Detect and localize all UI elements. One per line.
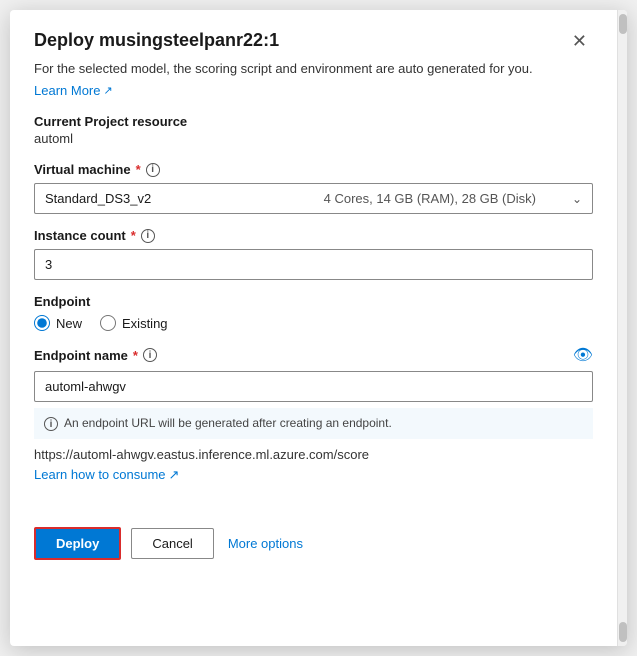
endpoint-new-option[interactable]: New — [34, 315, 82, 331]
learn-more-text: Learn More — [34, 83, 100, 98]
current-project-section: Current Project resource automl — [34, 114, 593, 146]
instance-count-input[interactable] — [34, 249, 593, 280]
endpoint-existing-option[interactable]: Existing — [100, 315, 168, 331]
endpoint-existing-radio[interactable] — [100, 315, 116, 331]
virtual-machine-field: Virtual machine * i Standard_DS3_v2 4 Co… — [34, 162, 593, 214]
learn-more-link[interactable]: Learn More ↗ — [34, 83, 113, 98]
instance-count-label: Instance count * i — [34, 228, 593, 243]
consume-external-icon: ↗ — [169, 467, 180, 483]
deploy-button[interactable]: Deploy — [34, 527, 121, 560]
endpoint-new-label: New — [56, 316, 82, 331]
scrollbar-track[interactable] — [617, 10, 627, 646]
endpoint-radio-group: New Existing — [34, 315, 593, 331]
scrollbar-thumb-bottom[interactable] — [619, 622, 627, 642]
endpoint-section-label: Endpoint — [34, 294, 593, 309]
endpoint-section: Endpoint New Existing — [34, 294, 593, 331]
vm-specs: 4 Cores, 14 GB (RAM), 28 GB (Disk) — [324, 191, 556, 206]
virtual-machine-label: Virtual machine * i — [34, 162, 593, 177]
vm-info-icon[interactable]: i — [146, 163, 160, 177]
close-button[interactable]: ✕ — [566, 30, 593, 52]
endpoint-notice: i An endpoint URL will be generated afte… — [34, 408, 593, 439]
instance-count-info-icon[interactable]: i — [141, 229, 155, 243]
notice-text: An endpoint URL will be generated after … — [64, 416, 392, 430]
endpoint-url: https://automl-ahwgv.eastus.inference.ml… — [34, 447, 593, 462]
deploy-dialog: Deploy musingsteelpanr22:1 ✕ For the sel… — [10, 10, 627, 646]
chevron-down-icon: ⌄ — [572, 192, 582, 206]
endpoint-name-field: Endpoint name * i 👁 i An endpoint URL wi… — [34, 345, 593, 503]
endpoint-name-required-star: * — [133, 348, 138, 363]
consume-link-text: Learn how to consume — [34, 467, 166, 482]
vm-required-star: * — [136, 162, 141, 177]
endpoint-name-input[interactable] — [34, 371, 593, 402]
dialog-main-content: Deploy musingsteelpanr22:1 ✕ For the sel… — [10, 10, 617, 646]
eye-icon[interactable]: 👁 — [573, 345, 593, 365]
external-link-icon: ↗ — [103, 84, 112, 97]
dialog-title: Deploy musingsteelpanr22:1 — [34, 30, 279, 51]
dialog-footer: Deploy Cancel More options — [34, 517, 593, 560]
instance-count-field: Instance count * i — [34, 228, 593, 280]
endpoint-new-radio[interactable] — [34, 315, 50, 331]
endpoint-name-label-row: Endpoint name * i 👁 — [34, 345, 593, 365]
scrollbar-thumb-top[interactable] — [619, 14, 627, 34]
endpoint-name-label: Endpoint name * i — [34, 348, 157, 363]
dialog-description: For the selected model, the scoring scri… — [34, 60, 593, 78]
virtual-machine-select[interactable]: Standard_DS3_v2 4 Cores, 14 GB (RAM), 28… — [34, 183, 593, 214]
current-project-value: automl — [34, 131, 593, 146]
cancel-button[interactable]: Cancel — [131, 528, 213, 559]
instance-count-required-star: * — [131, 228, 136, 243]
current-project-label: Current Project resource — [34, 114, 593, 129]
endpoint-name-info-icon[interactable]: i — [143, 348, 157, 362]
vm-selected-value: Standard_DS3_v2 — [45, 191, 151, 206]
dialog-header: Deploy musingsteelpanr22:1 ✕ — [34, 30, 593, 52]
endpoint-existing-label: Existing — [122, 316, 168, 331]
more-options-button[interactable]: More options — [224, 529, 307, 558]
notice-info-icon: i — [44, 417, 58, 431]
consume-link[interactable]: Learn how to consume ↗ — [34, 467, 179, 483]
